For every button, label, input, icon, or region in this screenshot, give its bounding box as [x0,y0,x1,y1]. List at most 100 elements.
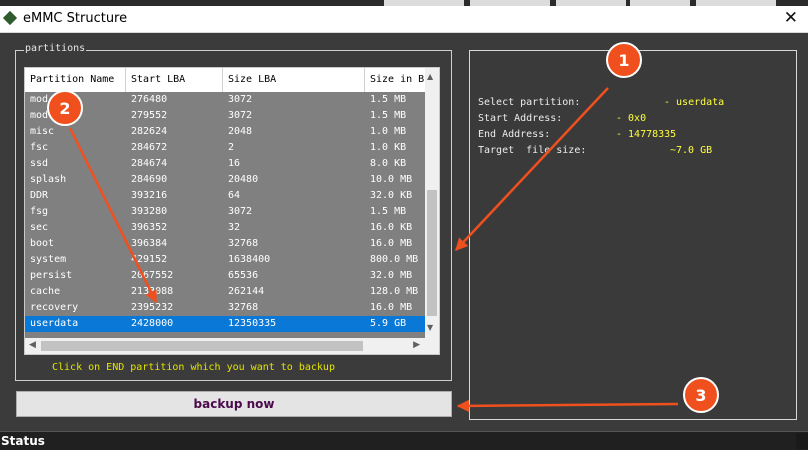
list-rows: mod 276480 3072 1.5 MB mod 279552 3072 1.5 MB mi… [25,92,425,332]
table-cell: 16.0 MB [370,238,413,249]
table-cell: recovery [30,302,79,313]
resize-grip-icon[interactable] [796,433,808,449]
table-cell: 279552 [131,110,168,121]
table-row[interactable]: userdata 2428000 12350335 5.9 GB [25,316,425,332]
table-row[interactable]: mod 279552 3072 1.5 MB [25,108,425,124]
table-cell: 8.0 KB [370,158,407,169]
table-row[interactable]: boot 396384 32768 16.0 MB [25,236,425,252]
table-cell: 32768 [228,238,259,249]
table-cell: sec [30,222,49,233]
table-cell: fsg [30,206,49,217]
scrollbar-corner [425,338,439,354]
table-cell: 2133088 [131,286,174,297]
start-address-value: - 0x0 [616,113,647,124]
table-row[interactable]: fsc 284672 2 1.0 KB [25,140,425,156]
table-cell: 2395232 [131,302,174,313]
table-row[interactable]: persist 2067552 65536 32.0 MB [25,268,425,284]
table-cell: 12350335 [228,318,277,329]
table-row[interactable]: recovery 2395232 32768 16.0 MB [25,300,425,316]
table-cell: system [30,254,67,265]
scroll-left-icon[interactable]: ◀ [29,340,36,350]
table-cell: splash [30,174,67,185]
table-cell: userdata [30,318,79,329]
table-cell: 64 [228,190,241,201]
table-cell: cache [30,286,61,297]
table-cell: 1.0 MB [370,126,407,137]
table-cell: 396352 [131,222,168,233]
vertical-scrollbar[interactable]: ▲ ▼ [425,68,439,338]
table-cell: 2 [228,142,235,153]
backup-hint-text: Click on END partition which you want to… [52,362,335,373]
column-header-size-lba[interactable]: Size LBA [223,68,365,92]
table-cell: 800.0 MB [370,254,419,265]
table-cell: persist [30,270,73,281]
close-button[interactable]: ✕ [784,8,798,28]
table-row[interactable]: splash 284690 20480 10.0 MB [25,172,425,188]
select-partition-label: Select partition: [478,97,581,108]
column-header-start-lba[interactable]: Start LBA [126,68,223,92]
table-cell: 10.0 MB [370,174,413,185]
table-cell: 393216 [131,190,168,201]
table-cell: 284674 [131,158,168,169]
start-address-label: Start Address: [478,113,563,124]
table-cell: 16.0 MB [370,302,413,313]
table-cell: 32.0 MB [370,270,413,281]
vertical-scroll-thumb[interactable] [427,190,437,316]
table-cell: mod [30,110,49,121]
table-row[interactable]: DDR 393216 64 32.0 KB [25,188,425,204]
table-row[interactable]: cache 2133088 262144 128.0 MB [25,284,425,300]
table-cell: 2067552 [131,270,174,281]
table-cell: 32768 [228,302,259,313]
table-cell: DDR [30,190,49,201]
window-title: eMMC Structure [23,11,128,26]
table-cell: fsc [30,142,49,153]
backup-now-button[interactable]: backup now [16,391,452,417]
end-address-label: End Address: [478,129,551,140]
list-header: Partition Name Start LBA Size LBA Size i… [25,68,425,92]
title-bar: eMMC Structure ✕ [0,6,808,33]
table-cell: 262144 [228,286,265,297]
table-cell: ssd [30,158,49,169]
table-cell: mod [30,94,49,105]
table-cell: 1638400 [228,254,271,265]
column-header-partition-name[interactable]: Partition Name [25,68,126,92]
table-row[interactable]: system 429152 1638400 800.0 MB [25,252,425,268]
table-cell: 1.5 MB [370,110,407,121]
table-cell: 396384 [131,238,168,249]
table-cell: 3072 [228,94,253,105]
app-icon [2,10,18,26]
status-label: Status [1,434,45,448]
table-cell: misc [30,126,55,137]
partition-list[interactable]: Partition Name Start LBA Size LBA Size i… [24,67,440,355]
scroll-down-icon[interactable]: ▼ [427,323,433,332]
target-size-value: ~7.0 GB [670,145,713,156]
column-header-size-in-bytes[interactable]: Size in B [365,68,425,92]
target-size-label: Target file size: [478,145,587,156]
table-cell: 276480 [131,94,168,105]
table-cell: 20480 [228,174,259,185]
table-cell: 128.0 MB [370,286,419,297]
table-cell: 1.5 MB [370,94,407,105]
table-row[interactable]: fsg 393280 3072 1.5 MB [25,204,425,220]
table-cell: 282624 [131,126,168,137]
table-cell: 284672 [131,142,168,153]
table-cell: 16 [228,158,241,169]
scroll-up-icon[interactable]: ▲ [427,72,433,81]
table-cell: 1.5 MB [370,206,407,217]
horizontal-scroll-thumb[interactable] [41,341,363,351]
table-row[interactable]: sec 396352 32 16.0 KB [25,220,425,236]
table-row[interactable]: mod 276480 3072 1.5 MB [25,92,425,108]
table-cell: 5.9 GB [370,318,407,329]
table-cell: 429152 [131,254,168,265]
table-cell: boot [30,238,55,249]
scroll-right-icon[interactable]: ▶ [413,340,420,350]
table-cell: 3072 [228,206,253,217]
table-cell: 3072 [228,110,253,121]
horizontal-scrollbar[interactable]: ◀ ▶ [25,338,425,354]
table-row[interactable]: ssd 284674 16 8.0 KB [25,156,425,172]
table-row[interactable]: misc 282624 2048 1.0 MB [25,124,425,140]
table-cell: 65536 [228,270,259,281]
table-cell: 32 [228,222,241,233]
table-cell: 284690 [131,174,168,185]
table-cell: 1.0 KB [370,142,407,153]
